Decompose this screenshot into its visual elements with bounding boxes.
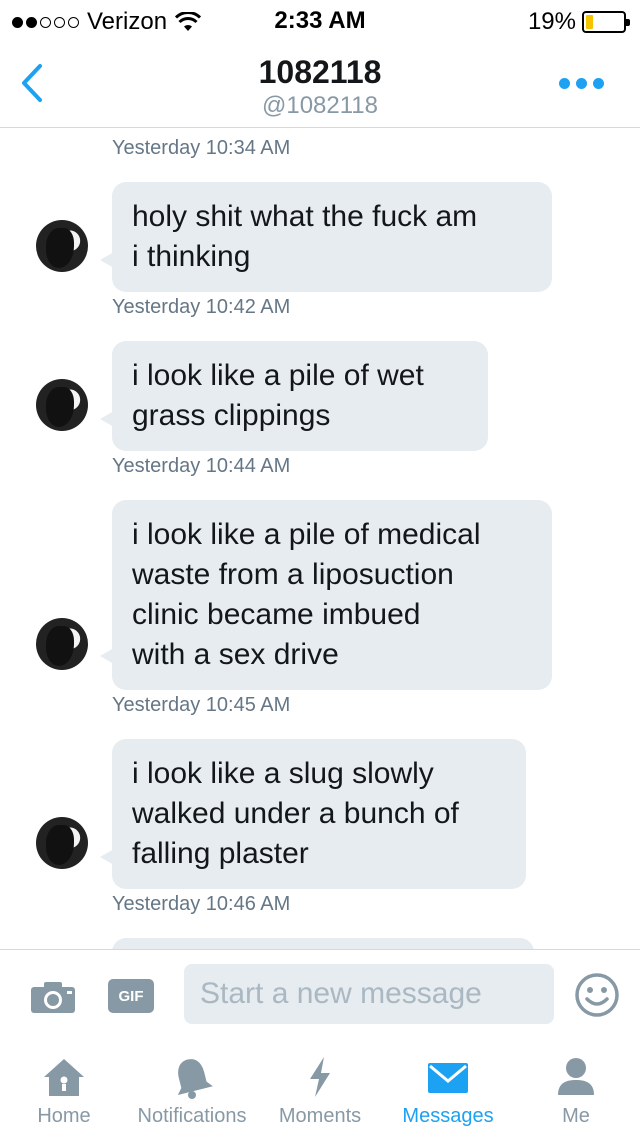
battery-icon [582, 11, 630, 33]
battery-fill [586, 15, 593, 29]
camera-icon [31, 982, 75, 1013]
message-line: i look like a pile of medical [132, 518, 481, 551]
conversation-header: 1082118 @1082118 [0, 40, 640, 128]
lightning-icon [310, 1057, 330, 1097]
message-bubble[interactable]: i look like a pile of medical waste from… [112, 500, 552, 690]
tab-me[interactable]: Me [540, 1041, 612, 1136]
tab-bar: Home Notifications Moments Messages Me [0, 1041, 640, 1136]
message-line: waste from a liposuction [132, 558, 454, 591]
emoji-icon [575, 973, 619, 1017]
avatar[interactable] [36, 220, 88, 272]
message-line: grass clippings [132, 399, 331, 432]
ellipsis-icon [559, 78, 570, 89]
message-line: falling plaster [132, 837, 309, 870]
person-icon [558, 1058, 594, 1095]
camera-button[interactable] [30, 980, 76, 1014]
envelope-icon [428, 1063, 468, 1093]
message-timestamp: Yesterday 10:44 AM [112, 455, 291, 477]
message-list[interactable]: Yesterday 10:34 AM holy shit what the fu… [0, 129, 640, 949]
message-timestamp: Yesterday 10:42 AM [112, 296, 291, 318]
message-line: i look like a pile of wet [132, 359, 424, 392]
tab-label: Messages [402, 1105, 494, 1127]
battery-group: 19% [527, 8, 630, 36]
tab-label: Moments [278, 1105, 362, 1127]
message-line: i look like a slug slowly [132, 757, 434, 790]
tab-home[interactable]: Home [16, 1041, 112, 1136]
message-bubble[interactable]: i look like a pile of wet grass clipping… [112, 341, 488, 451]
message-bubble[interactable]: holy shit what the fuck am i thinking [112, 182, 552, 292]
message-timestamp: Yesterday 10:34 AM [112, 137, 291, 159]
tab-label: Me [562, 1105, 590, 1127]
avatar[interactable] [36, 817, 88, 869]
compose-bar: GIF [0, 949, 640, 1041]
tab-label: Home [37, 1105, 91, 1127]
message-timestamp: Yesterday 10:45 AM [112, 694, 291, 716]
emoji-button[interactable] [574, 972, 620, 1018]
message-line: holy shit what the fuck am [132, 200, 478, 233]
message-line: i thinking [132, 240, 251, 273]
recipient-handle: @1082118 [261, 92, 378, 119]
message-bubble[interactable]: i look like a slug slowly walked under a… [112, 739, 526, 889]
message-line: walked under a bunch of [132, 797, 459, 830]
bell-icon [177, 1059, 213, 1099]
gif-button[interactable]: GIF [108, 979, 154, 1013]
message-line: with a sex drive [132, 638, 339, 671]
more-options-button[interactable] [559, 78, 604, 89]
home-icon [44, 1059, 84, 1096]
battery-percent: 19% [527, 8, 576, 35]
conversation-title: 1082118 @1082118 [0, 54, 640, 120]
tab-messages[interactable]: Messages [394, 1041, 502, 1136]
tab-notifications[interactable]: Notifications [126, 1041, 258, 1136]
tab-moments[interactable]: Moments [270, 1041, 370, 1136]
message-input[interactable] [184, 964, 554, 1024]
message-line: clinic became imbued [132, 598, 421, 631]
tab-label: Notifications [137, 1105, 247, 1127]
avatar[interactable] [36, 379, 88, 431]
message-bubble[interactable] [112, 938, 534, 949]
status-bar: Verizon 2:33 AM 19% [0, 0, 640, 40]
recipient-name: 1082118 [258, 54, 382, 90]
avatar[interactable] [36, 618, 88, 670]
message-timestamp: Yesterday 10:46 AM [112, 893, 291, 915]
